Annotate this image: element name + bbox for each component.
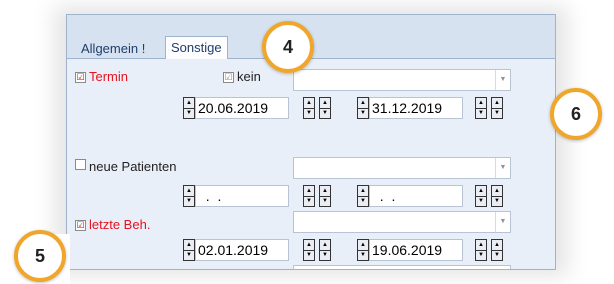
- np-from-spinner-b[interactable]: ▲ ▼: [319, 185, 331, 207]
- chevron-down-icon[interactable]: ▼: [495, 70, 510, 90]
- callout-badge-5: 5: [14, 230, 66, 282]
- chevron-down-icon[interactable]: ▼: [495, 158, 510, 178]
- neue-patienten-combo[interactable]: ▼: [293, 157, 511, 179]
- termin-from-spinner-left[interactable]: ▲ ▼: [183, 97, 195, 119]
- lb-from-spinner-a[interactable]: ▲ ▼: [303, 239, 315, 261]
- arrow-down-icon[interactable]: ▼: [357, 107, 369, 119]
- arrow-down-icon[interactable]: ▼: [303, 249, 315, 261]
- lb-from-spinner-b[interactable]: ▲ ▼: [319, 239, 331, 261]
- lb-to-spinner-b[interactable]: ▲ ▼: [491, 239, 503, 261]
- termin-from-spinner-b[interactable]: ▲ ▼: [319, 97, 331, 119]
- np-date-from[interactable]: . .: [195, 185, 289, 207]
- arrow-down-icon[interactable]: ▼: [183, 195, 195, 207]
- next-row-combo[interactable]: [293, 265, 511, 269]
- np-to-spinner-a[interactable]: ▲ ▼: [475, 185, 487, 207]
- termin-date-from[interactable]: 20.06.2019: [195, 97, 289, 119]
- lb-date-to[interactable]: 19.06.2019: [369, 239, 463, 261]
- neue-patienten-checkbox[interactable]: neue Patienten: [75, 159, 176, 174]
- arrow-down-icon[interactable]: ▼: [475, 107, 487, 119]
- arrow-down-icon[interactable]: ▼: [183, 107, 195, 119]
- np-date-to[interactable]: . .: [369, 185, 463, 207]
- np-to-spinner-b[interactable]: ▲ ▼: [491, 185, 503, 207]
- arrow-down-icon[interactable]: ▼: [475, 195, 487, 207]
- arrow-down-icon[interactable]: ▼: [491, 107, 503, 119]
- np-from-spinner-left[interactable]: ▲ ▼: [183, 185, 195, 207]
- termin-date-to[interactable]: 31.12.2019: [369, 97, 463, 119]
- arrow-down-icon[interactable]: ▼: [303, 107, 315, 119]
- lb-to-spinner-a[interactable]: ▲ ▼: [475, 239, 487, 261]
- arrow-down-icon[interactable]: ▼: [475, 249, 487, 261]
- termin-checkbox[interactable]: ☑ Termin: [75, 69, 128, 84]
- letzte-beh-combo[interactable]: ▼: [293, 211, 511, 233]
- tab-content: ☑ Termin ☑ kein ▼ ▲ ▼ 20.06.2019 ▲ ▼ ▲ ▼ ▲…: [67, 59, 555, 269]
- arrow-down-icon[interactable]: ▼: [319, 249, 331, 261]
- callout-badge-6: 6: [550, 88, 602, 140]
- arrow-down-icon[interactable]: ▼: [357, 195, 369, 207]
- lb-from-spinner-left[interactable]: ▲ ▼: [183, 239, 195, 261]
- lb-date-from[interactable]: 02.01.2019: [195, 239, 289, 261]
- arrow-down-icon[interactable]: ▼: [183, 249, 195, 261]
- chevron-down-icon[interactable]: ▼: [495, 212, 510, 232]
- termin-to-spinner-a[interactable]: ▲ ▼: [475, 97, 487, 119]
- neue-patienten-label: neue Patienten: [89, 159, 177, 174]
- letzte-beh-check-box[interactable]: ☑: [75, 220, 86, 231]
- arrow-down-icon[interactable]: ▼: [319, 107, 331, 119]
- neue-patienten-check-box[interactable]: [75, 159, 86, 170]
- termin-check-box[interactable]: ☑: [75, 72, 86, 83]
- arrow-down-icon[interactable]: ▼: [491, 195, 503, 207]
- arrow-down-icon[interactable]: ▼: [491, 249, 503, 261]
- tab-allgemein[interactable]: Allgemein !: [81, 41, 145, 56]
- arrow-down-icon[interactable]: ▼: [357, 249, 369, 261]
- termin-from-spinner-a[interactable]: ▲ ▼: [303, 97, 315, 119]
- arrow-down-icon[interactable]: ▼: [303, 195, 315, 207]
- kein-check-box[interactable]: ☑: [223, 72, 234, 83]
- arrow-down-icon[interactable]: ▼: [319, 195, 331, 207]
- lb-to-spinner-left[interactable]: ▲ ▼: [357, 239, 369, 261]
- letzte-beh-label: letzte Beh.: [89, 217, 151, 232]
- termin-combo[interactable]: ▼: [293, 69, 511, 91]
- kein-label: kein: [237, 69, 261, 84]
- np-to-spinner-left[interactable]: ▲ ▼: [357, 185, 369, 207]
- tab-sonstige[interactable]: Sonstige: [165, 36, 228, 60]
- kein-checkbox[interactable]: ☑ kein: [223, 69, 261, 84]
- np-from-spinner-a[interactable]: ▲ ▼: [303, 185, 315, 207]
- termin-label: Termin: [89, 69, 129, 84]
- letzte-beh-checkbox[interactable]: ☑ letzte Beh.: [75, 217, 150, 232]
- termin-to-spinner-left[interactable]: ▲ ▼: [357, 97, 369, 119]
- callout-badge-4: 4: [262, 21, 314, 73]
- termin-to-spinner-b[interactable]: ▲ ▼: [491, 97, 503, 119]
